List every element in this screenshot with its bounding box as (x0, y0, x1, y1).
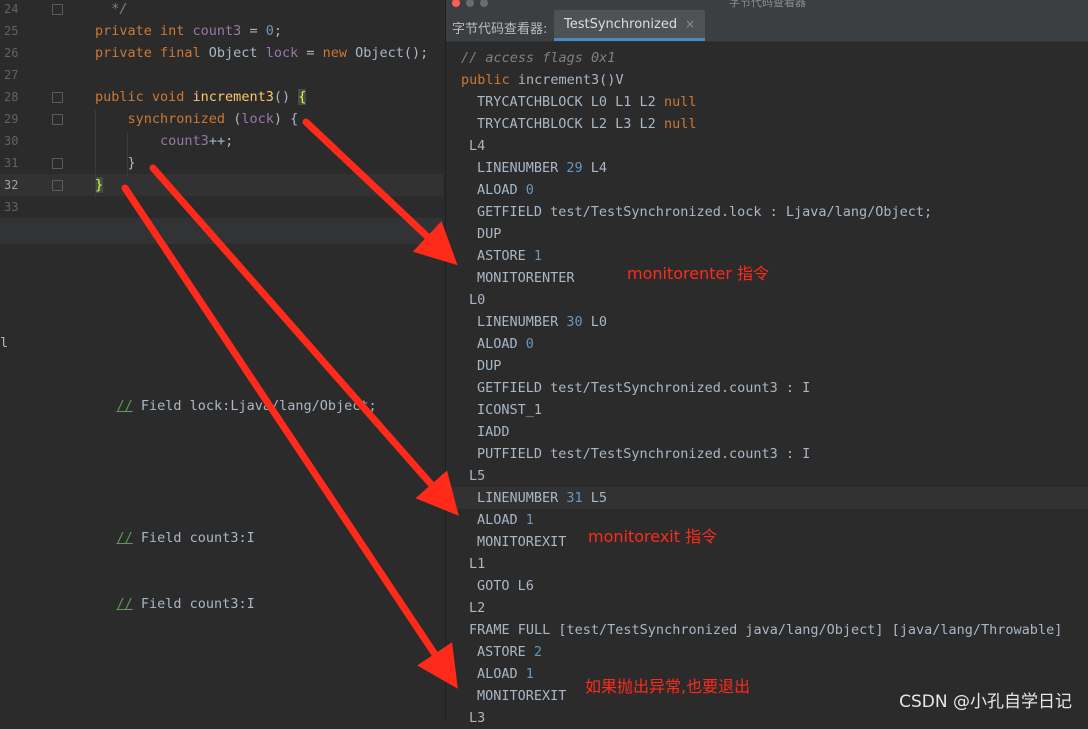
bytecode-line: ALOAD 1 (477, 666, 534, 682)
editor-line[interactable]: 26 private final Object lock = new Object… (0, 42, 443, 64)
bytecode-line: // access flags 0x1 (461, 50, 616, 66)
comment-text: Field count3:I (132, 596, 255, 612)
line-number: 24 (4, 2, 19, 16)
bytecode-line: LINENUMBER 30 L0 (477, 314, 608, 330)
editor-line[interactable]: 30 count3++; (0, 130, 443, 152)
field-comment-count3: // Field count3:I (84, 511, 255, 565)
bytecode-line: DUP (477, 358, 502, 374)
window-title: 字节代码查看器 (729, 0, 806, 9)
editor-edge-char: l (0, 335, 9, 351)
fold-marker-icon[interactable] (52, 4, 63, 15)
close-icon[interactable]: × (685, 17, 695, 31)
bytecode-line: GETFIELD test/TestSynchronized.lock : Lj… (477, 204, 933, 220)
bytecode-line: L1 (469, 556, 486, 572)
editor-line[interactable]: 32} (0, 174, 443, 196)
field-comment-count3: // Field count3:I (84, 577, 255, 631)
tab-testsynchronized[interactable]: TestSynchronized × (554, 10, 706, 41)
bytecode-line: L0 (469, 292, 486, 308)
window-titlebar: 字节代码查看器 (446, 0, 1088, 10)
editor-line[interactable]: 28 public void increment3() { (0, 86, 443, 108)
line-number: 26 (4, 46, 19, 60)
bytecode-viewer-pane: 字节代码查看器 字节代码查看器: TestSynchronized × // a… (445, 0, 1088, 726)
bytecode-line: ASTORE 1 (477, 248, 543, 264)
code-text: private final Object lock = new Object()… (95, 45, 429, 61)
indent-guide (95, 110, 96, 198)
fold-marker-icon[interactable] (52, 180, 63, 191)
editor-line[interactable]: 25 private int count3 = 0; (0, 20, 443, 42)
editor-line[interactable]: 24 */ (0, 0, 443, 20)
code-text: synchronized (lock) { (127, 111, 299, 127)
line-number: 33 (4, 200, 19, 214)
csdn-watermark: CSDN @小孔自学日记 (899, 692, 1072, 712)
line-number: 28 (4, 90, 19, 104)
code-text: public void increment3() { (95, 89, 307, 105)
bytecode-line: MONITORENTER (477, 270, 575, 286)
editor-line[interactable]: 29 synchronized (lock) { (0, 108, 443, 130)
line-number: 32 (4, 178, 19, 192)
tool-window-tabbar: 字节代码查看器: TestSynchronized × (446, 10, 1088, 42)
bytecode-line: L2 (469, 600, 486, 616)
comment-slashes: // (116, 398, 133, 414)
code-text: count3++; (160, 133, 234, 149)
editor-line[interactable]: 33 (0, 196, 443, 218)
editor-line[interactable]: 31 } (0, 152, 443, 174)
comment-slashes: // (116, 596, 133, 612)
bytecode-line: ALOAD 0 (477, 182, 534, 198)
bytecode-line: L3 (469, 710, 486, 726)
bytecode-line: ICONST_1 (477, 402, 543, 418)
line-number: 30 (4, 134, 19, 148)
tab-label: TestSynchronized (564, 16, 678, 32)
editor-separator-band (0, 218, 443, 244)
bytecode-line: GOTO L6 (477, 578, 534, 594)
bytecode-line: FRAME FULL [test/TestSynchronized java/l… (469, 622, 1063, 638)
bytecode-line: ALOAD 0 (477, 336, 534, 352)
comment-slashes: // (116, 530, 133, 546)
editor-line[interactable]: 27 (0, 64, 443, 86)
fold-marker-icon[interactable] (52, 158, 63, 169)
field-comment-lock: // Field lock:Ljava/lang/Object; (84, 379, 377, 433)
bytecode-line: DUP (477, 226, 502, 242)
comment-text: Field lock:Ljava/lang/Object; (132, 398, 377, 414)
line-number: 27 (4, 68, 19, 82)
bytecode-line: L5 (469, 468, 486, 484)
bytecode-line: L4 (469, 138, 486, 154)
code-text: */ (95, 1, 128, 17)
annotation-monitorexit: monitorexit 指令 (588, 527, 718, 546)
code-editor-pane[interactable]: 24 */ 25 private int count3 = 0; 26 private … (0, 0, 443, 720)
bytecode-line: MONITOREXIT (477, 534, 567, 550)
comment-text: Field count3:I (132, 530, 255, 546)
bytecode-line: MONITOREXIT (477, 688, 567, 704)
bytecode-line: IADD (477, 424, 510, 440)
bytecode-line: TRYCATCHBLOCK L0 L1 L2 null (477, 94, 697, 110)
bytecode-line: LINENUMBER 29 L4 (477, 160, 608, 176)
code-text: } (95, 155, 136, 171)
code-text: private int count3 = 0; (95, 23, 282, 39)
tool-window-name: 字节代码查看器: (452, 22, 548, 37)
bytecode-line: GETFIELD test/TestSynchronized.count3 : … (477, 380, 811, 396)
bytecode-line: public increment3()V (461, 72, 624, 88)
annotation-monitorenter: monitorenter 指令 (627, 264, 770, 283)
fold-marker-icon[interactable] (52, 92, 63, 103)
code-text: } (95, 177, 104, 193)
line-number: 31 (4, 156, 19, 170)
bytecode-line: ASTORE 2 (477, 644, 543, 660)
bytecode-line: ALOAD 1 (477, 512, 534, 528)
line-number: 29 (4, 112, 19, 126)
bytecode-line: PUTFIELD test/TestSynchronized.count3 : … (477, 446, 811, 462)
indent-guide (127, 132, 128, 176)
bytecode-line: LINENUMBER 31 L5 (446, 487, 1088, 509)
line-number: 25 (4, 24, 19, 38)
bytecode-line: TRYCATCHBLOCK L2 L3 L2 null (477, 116, 697, 132)
annotation-exception-exit: 如果抛出异常,也要退出 (585, 677, 751, 696)
fold-marker-icon[interactable] (52, 114, 63, 125)
